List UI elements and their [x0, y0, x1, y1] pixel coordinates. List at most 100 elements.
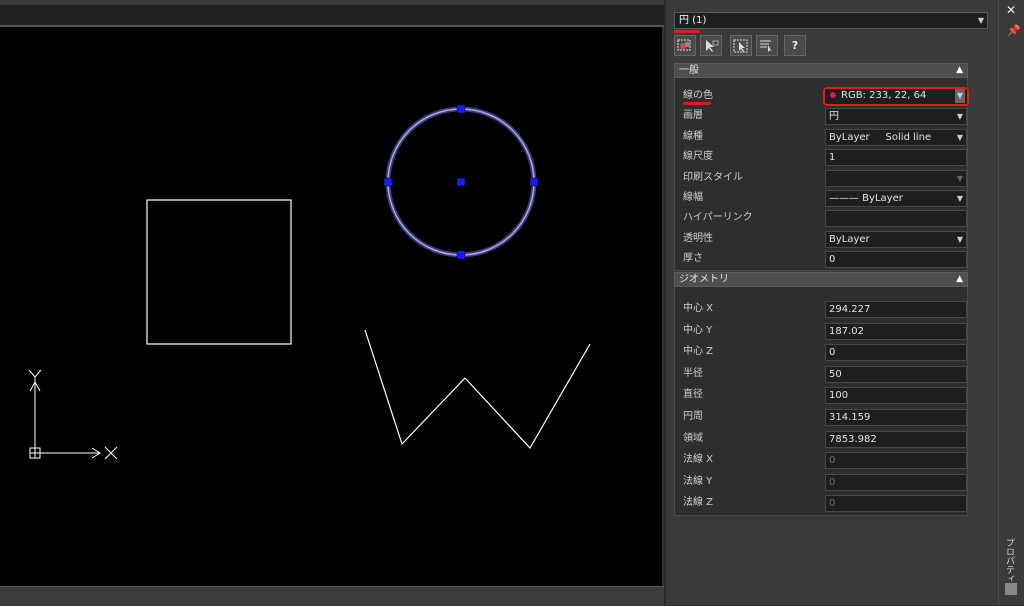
hyperlink-field[interactable]: [825, 210, 967, 228]
property-row-normal-x: 法線 X 0: [675, 450, 967, 472]
properties-tab-label[interactable]: プロパティ: [1003, 538, 1016, 583]
color-swatch-icon: [830, 92, 836, 98]
drawing-area[interactable]: [0, 0, 664, 606]
property-row-layer[interactable]: 画層 円 ▼: [675, 106, 967, 127]
chevron-down-icon[interactable]: ▼: [954, 89, 965, 103]
property-row-linetype-scale[interactable]: 線尺度 1: [675, 147, 967, 168]
general-section-header[interactable]: 一般 ▲: [674, 63, 968, 78]
rectangle-entity[interactable]: [146, 199, 292, 345]
pickadd-button[interactable]: [700, 35, 722, 56]
property-value: 314.159: [829, 411, 871, 423]
chevron-down-icon[interactable]: ▼: [957, 109, 963, 124]
chevron-down-icon[interactable]: ▼: [957, 232, 963, 247]
canvas-status-strip: [0, 586, 664, 606]
model-space-canvas[interactable]: [0, 27, 662, 586]
help-button[interactable]: ?: [784, 35, 806, 56]
palette-menu-icon[interactable]: [1005, 583, 1017, 595]
geometry-section: ジオメトリ ▲ 中心 X 294.227 中心 Y 187.02 中心 Z 0 …: [674, 272, 968, 516]
property-row-transparency[interactable]: 透明性 ByLayer ▼: [675, 229, 967, 250]
filter-select-button[interactable]: [756, 35, 778, 56]
thickness-field[interactable]: 0: [825, 251, 967, 269]
plot-style-field[interactable]: ▼: [825, 169, 967, 187]
grip-bottom[interactable]: [456, 250, 466, 260]
geometry-rows: 中心 X 294.227 中心 Y 187.02 中心 Z 0 半径 50 直径…: [674, 287, 968, 516]
chevron-down-icon[interactable]: ▼: [957, 191, 963, 206]
diameter-field[interactable]: 100: [825, 387, 967, 405]
center-x-field[interactable]: 294.227: [825, 301, 967, 318]
center-z-field[interactable]: 0: [825, 344, 967, 362]
pin-icon[interactable]: 📌: [1007, 24, 1021, 37]
property-value: 0: [829, 455, 836, 467]
close-icon[interactable]: ✕: [1006, 3, 1016, 17]
property-label: 領域: [683, 432, 703, 444]
object-type-select[interactable]: 円 (1) ▼: [674, 12, 988, 29]
general-rows: 線の色 RGB: 233, 22, 64 ▼ 画層 円 ▼ 線種 ByLayer …: [674, 78, 969, 271]
property-row-circumference[interactable]: 円周 314.159: [675, 407, 967, 429]
property-label: 線幅: [683, 191, 703, 203]
polyline-entity[interactable]: [364, 329, 591, 450]
property-label: 印刷スタイル: [683, 171, 743, 183]
geometry-section-header[interactable]: ジオメトリ ▲: [674, 272, 968, 287]
canvas-tab-strip: [0, 5, 664, 27]
collapse-icon[interactable]: ▲: [956, 273, 963, 286]
grip-top[interactable]: [456, 104, 466, 114]
circumference-field[interactable]: 314.159: [825, 408, 967, 426]
property-row-area[interactable]: 領域 7853.982: [675, 429, 967, 451]
color-value-field[interactable]: RGB: 233, 22, 64 ▼: [823, 87, 969, 106]
grip-right[interactable]: [529, 177, 539, 187]
property-row-linetype[interactable]: 線種 ByLayer Solid line ▼: [675, 127, 967, 148]
property-row-normal-y: 法線 Y 0: [675, 472, 967, 494]
center-y-field[interactable]: 187.02: [825, 322, 967, 340]
area-field[interactable]: 7853.982: [825, 430, 967, 448]
property-label: 透明性: [683, 232, 713, 244]
grip-left[interactable]: [383, 177, 393, 187]
palette-title-bar: ✕ 📌 プロパティ: [998, 0, 1024, 605]
normal-x-field: 0: [825, 452, 967, 470]
property-label: 直径: [683, 389, 703, 401]
property-value: ByLayer Solid line: [829, 131, 932, 143]
property-row-center-y[interactable]: 中心 Y 187.02: [675, 321, 967, 343]
property-row-color[interactable]: 線の色 RGB: 233, 22, 64 ▼: [675, 86, 969, 107]
property-label: 線種: [683, 130, 703, 142]
radius-field[interactable]: 50: [825, 365, 967, 383]
property-row-plot-style[interactable]: 印刷スタイル ▼: [675, 168, 967, 188]
linetype-value-field[interactable]: ByLayer Solid line ▼: [825, 128, 967, 146]
cursor-icon: [706, 39, 719, 52]
grip-center[interactable]: [456, 177, 466, 187]
normal-z-field: 0: [825, 495, 967, 513]
property-value: 0: [829, 347, 836, 359]
linetype-scale-field[interactable]: 1: [825, 149, 967, 167]
ucs-icon: [28, 369, 118, 460]
object-type-label: 円 (1): [679, 15, 707, 26]
geometry-section-title: ジオメトリ: [679, 274, 729, 285]
highlight-underline: [674, 30, 700, 33]
property-value: 1: [829, 152, 836, 164]
property-label: 半径: [683, 367, 703, 379]
property-value: 7853.982: [829, 433, 877, 445]
normal-y-field: 0: [825, 473, 967, 491]
property-row-center-z[interactable]: 中心 Z 0: [675, 342, 967, 364]
property-row-hyperlink[interactable]: ハイパーリンク: [675, 208, 967, 229]
property-row-center-x[interactable]: 中心 X 294.227: [675, 299, 967, 321]
drawing-svg[interactable]: [0, 27, 662, 586]
property-label: 線尺度: [683, 151, 713, 163]
property-row-thickness[interactable]: 厚さ 0: [675, 249, 967, 270]
general-section-title: 一般: [679, 65, 699, 76]
transparency-field[interactable]: ByLayer ▼: [825, 230, 967, 248]
chevron-down-icon[interactable]: ▼: [957, 130, 963, 145]
select-objects-button[interactable]: [674, 35, 696, 56]
layer-value-field[interactable]: 円 ▼: [825, 108, 967, 126]
property-row-lineweight[interactable]: 線幅 ——— ByLayer ▼: [675, 188, 967, 209]
property-row-diameter[interactable]: 直径 100: [675, 385, 967, 407]
quick-select-button[interactable]: [730, 35, 752, 56]
property-row-radius[interactable]: 半径 50: [675, 364, 967, 386]
property-value: 187.02: [829, 325, 864, 337]
property-value: ByLayer: [829, 233, 870, 245]
property-label: 中心 Z: [683, 346, 714, 358]
property-label: 法線 Y: [683, 475, 713, 487]
lineweight-field[interactable]: ——— ByLayer ▼: [825, 189, 967, 207]
collapse-icon[interactable]: ▲: [956, 64, 963, 77]
property-value: 0: [829, 498, 836, 510]
property-label: 中心 X: [683, 303, 714, 314]
general-section: 一般 ▲ 線の色 RGB: 233, 22, 64 ▼ 画層 円 ▼ 線種 ByL…: [674, 63, 969, 271]
